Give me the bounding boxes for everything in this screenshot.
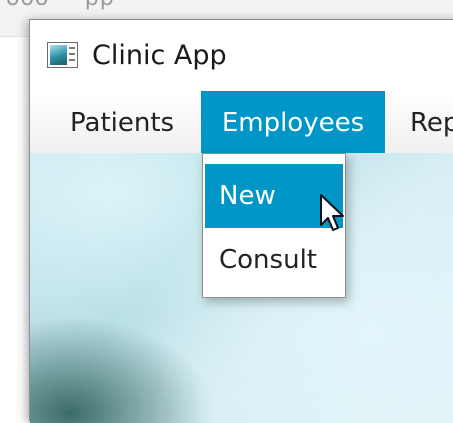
mouse-pointer-icon bbox=[320, 194, 344, 231]
menu-employees[interactable]: Employees bbox=[201, 91, 385, 153]
menu-bar: Patients Employees Rep bbox=[30, 91, 453, 154]
title-bar: Clinic App bbox=[30, 20, 453, 92]
menu-patients[interactable]: Patients bbox=[60, 91, 216, 153]
app-window-icon bbox=[47, 42, 78, 68]
background-window-text: ooo − pp bbox=[6, 0, 115, 11]
menu-reports[interactable]: Rep bbox=[410, 91, 453, 153]
menu-item-consult[interactable]: Consult bbox=[205, 228, 343, 292]
window-title: Clinic App bbox=[92, 40, 227, 71]
